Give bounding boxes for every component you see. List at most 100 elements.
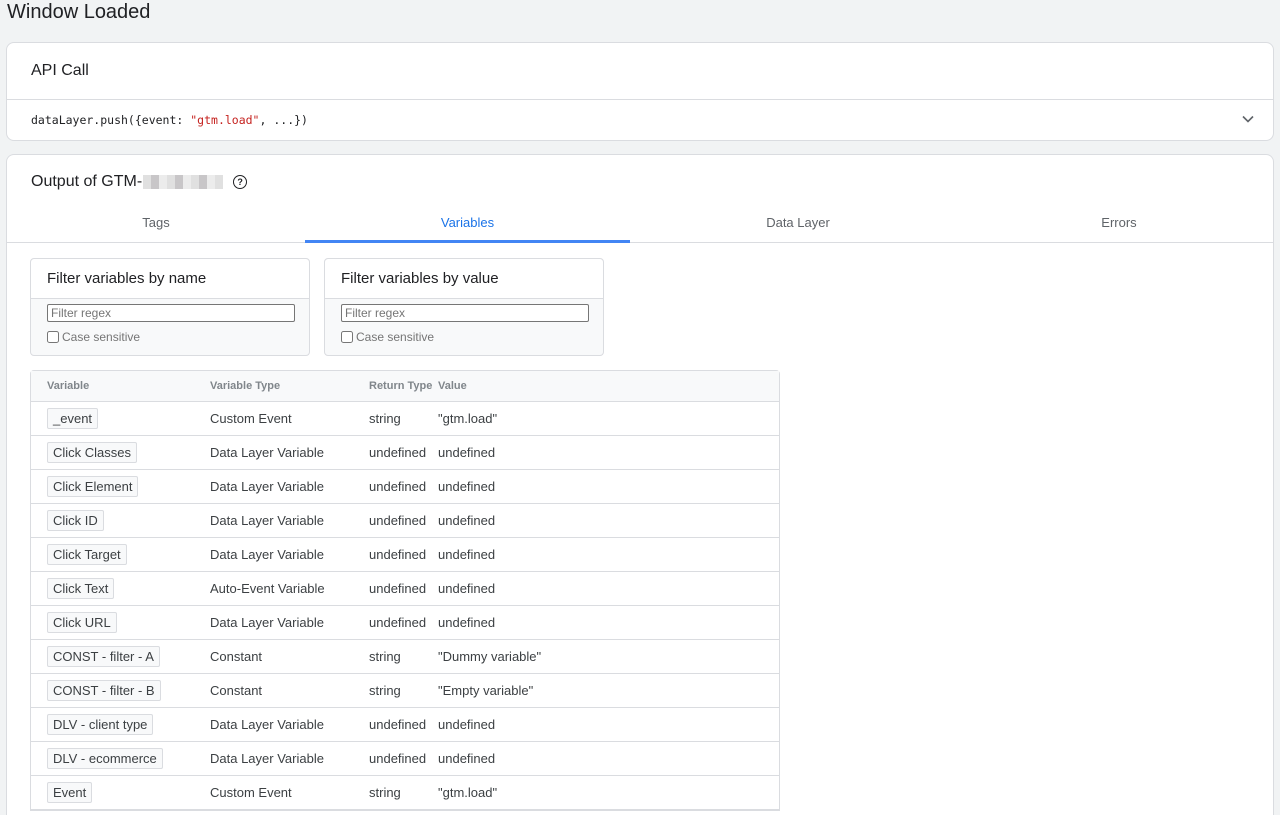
return-type-cell: undefined (369, 513, 427, 528)
case-sensitive-value-option[interactable]: Case sensitive (341, 330, 434, 344)
value-cell: undefined (438, 479, 496, 494)
table-row: Click Classes Data Layer Variable undefine… (31, 436, 779, 470)
case-sensitive-name-checkbox[interactable] (47, 331, 59, 343)
output-tabs: Tags Variables Data Layer Errors (7, 209, 1273, 243)
variable-name-chip[interactable]: DLV - client type (47, 714, 154, 735)
code-event-string: "gtm.load" (190, 113, 260, 127)
variable-name-chip[interactable]: _event (47, 408, 99, 429)
chevron-down-icon[interactable] (1241, 112, 1255, 126)
table-row: _event Custom Event string "gtm.load" (31, 402, 779, 436)
code-suffix: , ...}) (259, 113, 308, 127)
variable-type-cell: Custom Event (210, 411, 292, 426)
case-sensitive-name-option[interactable]: Case sensitive (47, 330, 140, 344)
variable-type-cell: Constant (210, 683, 263, 698)
tab-tags[interactable]: Tags (7, 209, 305, 242)
help-icon[interactable]: ? (233, 175, 248, 189)
table-row: Click ID Data Layer Variable undefined unde… (31, 504, 779, 538)
value-cell: "gtm.load" (438, 411, 498, 426)
value-cell: undefined (438, 717, 496, 732)
variable-type-cell: Data Layer Variable (210, 479, 324, 494)
return-type-cell: string (369, 683, 401, 698)
variable-name-chip[interactable]: DLV - ecommerce (47, 748, 163, 769)
header-variable: Variable (47, 380, 90, 392)
return-type-cell: string (369, 411, 401, 426)
filter-by-name-panel: Filter variables by name Case sensitive (30, 258, 310, 356)
return-type-cell: undefined (369, 479, 427, 494)
value-cell: undefined (438, 615, 496, 630)
value-cell: "Dummy variable" (438, 649, 542, 664)
value-cell: undefined (438, 445, 496, 460)
variable-cell: Click URL (31, 612, 210, 633)
value-cell: undefined (438, 547, 496, 562)
return-type-cell: undefined (369, 445, 427, 460)
case-sensitive-value-checkbox[interactable] (341, 331, 353, 343)
filter-by-value-title: Filter variables by value (325, 259, 603, 299)
table-row: DLV - ecommerce Data Layer Variable undefi… (31, 742, 779, 776)
variable-type-cell: Constant (210, 649, 263, 664)
table-row: CONST - filter - A Constant string "Dummy v… (31, 640, 779, 674)
return-type-cell: undefined (369, 751, 427, 766)
table-row: Click Element Data Layer Variable undefine… (31, 470, 779, 504)
variable-name-chip[interactable]: Click Text (47, 578, 115, 599)
filter-by-name-title: Filter variables by name (31, 259, 309, 299)
header-variable-type: Variable Type (210, 380, 281, 392)
table-row: Click Target Data Layer Variable undefined… (31, 538, 779, 572)
case-sensitive-label: Case sensitive (356, 330, 435, 344)
filter-by-value-panel: Filter variables by value Case sensitive (324, 258, 604, 356)
variable-type-cell: Data Layer Variable (210, 717, 324, 732)
variable-name-chip[interactable]: Click Target (47, 544, 127, 565)
output-heading: Output of GTM- ? (7, 155, 1273, 209)
api-call-heading: API Call (7, 43, 1273, 100)
value-cell: undefined (438, 581, 496, 596)
variable-cell: Click Element (31, 476, 210, 497)
variable-cell: Click ID (31, 510, 210, 531)
redacted-container-id (143, 175, 224, 189)
variable-type-cell: Custom Event (210, 785, 292, 800)
variable-type-cell: Data Layer Variable (210, 513, 324, 528)
variable-cell: CONST - filter - A (31, 646, 210, 667)
table-row: Event Custom Event string "gtm.load" (31, 776, 779, 810)
variable-cell: DLV - client type (31, 714, 210, 735)
variable-name-chip[interactable]: Click Element (47, 476, 139, 497)
tab-data-layer[interactable]: Data Layer (630, 209, 966, 242)
variable-cell: DLV - ecommerce (31, 748, 210, 769)
variable-cell: Click Classes (31, 442, 210, 463)
return-type-cell: undefined (369, 547, 427, 562)
filter-value-input[interactable] (341, 304, 589, 322)
value-cell: "Empty variable" (438, 683, 534, 698)
table-row: Click Text Auto-Event Variable undefined un… (31, 572, 779, 606)
header-return-type: Return Type (369, 380, 433, 392)
code-prefix: dataLayer.push({event: (31, 113, 191, 127)
variable-type-cell: Data Layer Variable (210, 445, 324, 460)
output-card: Output of GTM- ? Tags Variables Data Lay… (6, 154, 1274, 815)
variable-type-cell: Data Layer Variable (210, 615, 324, 630)
return-type-cell: string (369, 785, 401, 800)
output-heading-text: Output of GTM- (31, 173, 143, 190)
table-header: Variable Variable Type Return Type Value (31, 371, 779, 402)
variable-cell: Click Target (31, 544, 210, 565)
table-body: _event Custom Event string "gtm.load" Click … (31, 402, 779, 810)
api-call-code[interactable]: dataLayer.push({event: "gtm.load", ...}) (7, 100, 1273, 140)
variable-name-chip[interactable]: Click Classes (47, 442, 138, 463)
variable-type-cell: Data Layer Variable (210, 751, 324, 766)
variable-name-chip[interactable]: Click ID (47, 510, 104, 531)
variable-cell: Click Text (31, 578, 210, 599)
variables-table: Variable Variable Type Return Type Value… (30, 370, 780, 811)
return-type-cell: undefined (369, 581, 427, 596)
variable-type-cell: Auto-Event Variable (210, 581, 325, 596)
variable-type-cell: Data Layer Variable (210, 547, 324, 562)
tab-errors[interactable]: Errors (966, 209, 1272, 242)
variable-name-chip[interactable]: CONST - filter - A (47, 646, 160, 667)
variable-name-chip[interactable]: Click URL (47, 612, 117, 633)
return-type-cell: undefined (369, 615, 427, 630)
table-row: CONST - filter - B Constant string "Empty v… (31, 674, 779, 708)
return-type-cell: undefined (369, 717, 427, 732)
table-row: DLV - client type Data Layer Variable unde… (31, 708, 779, 742)
tab-variables[interactable]: Variables (305, 209, 630, 243)
variable-cell: _event (31, 408, 210, 429)
case-sensitive-label: Case sensitive (62, 330, 141, 344)
filter-name-input[interactable] (47, 304, 295, 322)
header-value: Value (438, 380, 467, 392)
variable-name-chip[interactable]: CONST - filter - B (47, 680, 161, 701)
value-cell: "gtm.load" (438, 785, 498, 800)
